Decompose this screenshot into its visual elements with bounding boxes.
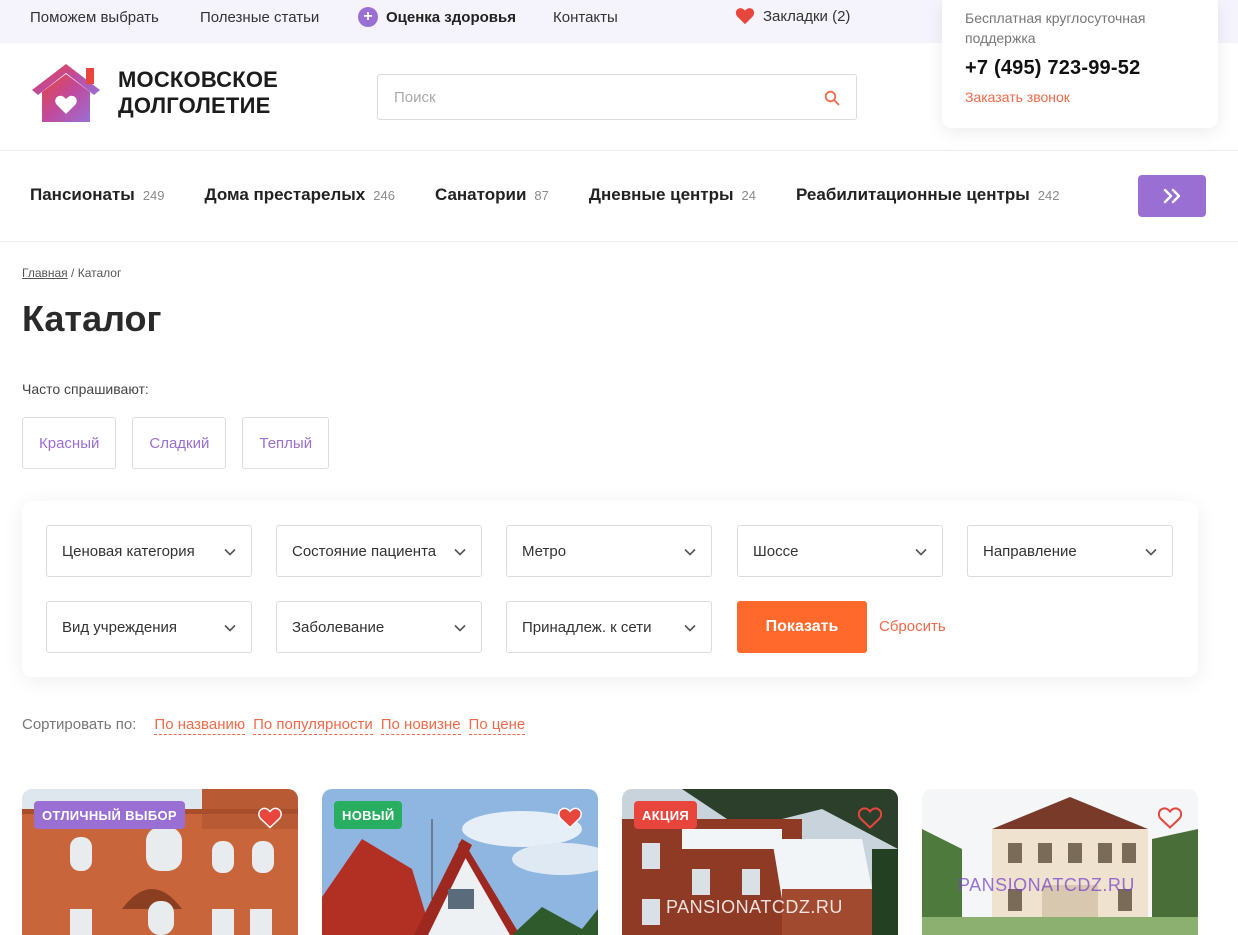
select-value: Заболевание	[292, 618, 385, 636]
filter-panel: Ценовая категория Состояние пациента Мет…	[22, 501, 1198, 677]
select-value: Шоссе	[753, 542, 799, 560]
direction-select[interactable]: Направление	[967, 525, 1173, 577]
disease-select[interactable]: Заболевание	[276, 601, 482, 653]
category-count: 242	[1037, 188, 1060, 203]
card-badge: ОТЛИЧНЫЙ ВЫБОР	[34, 801, 185, 829]
chevron-down-icon	[224, 548, 236, 556]
category-pansionaty[interactable]: Пансионаты 249	[30, 185, 165, 205]
metro-select[interactable]: Метро	[506, 525, 712, 577]
category-day-centers[interactable]: Дневные центры 24	[589, 185, 756, 205]
catalog-card[interactable]: ОТЛИЧНЫЙ ВЫБОР	[22, 789, 298, 935]
institution-type-select[interactable]: Вид учреждения	[46, 601, 252, 653]
sort-by-popularity[interactable]: По популярности	[253, 716, 373, 735]
catalog-card[interactable]: АКЦИЯ PANSIONATCDZ.RU	[622, 789, 898, 935]
health-assessment-link[interactable]: + Оценка здоровья	[358, 7, 516, 27]
catalog-card[interactable]: PANSIONATCDZ.RU	[922, 789, 1198, 935]
category-name: Дневные центры	[588, 185, 734, 204]
health-assessment-label: Оценка здоровья	[386, 8, 516, 26]
patient-condition-select[interactable]: Состояние пациента	[276, 525, 482, 577]
sort-label: Сортировать по:	[22, 716, 137, 733]
category-count: 24	[741, 188, 756, 203]
category-name: Пансионаты	[30, 185, 135, 204]
network-select[interactable]: Принадлеж. к сети	[506, 601, 712, 653]
favorite-heart-icon[interactable]	[1158, 807, 1182, 829]
plus-icon: +	[358, 7, 378, 27]
category-rehab-centers[interactable]: Реабилитационные центры 242	[796, 185, 1059, 205]
category-count: 249	[142, 188, 165, 203]
category-sanatoriums[interactable]: Санатории 87	[435, 185, 549, 205]
chevron-down-icon	[1145, 548, 1157, 556]
breadcrumb-current: Каталог	[77, 266, 122, 280]
sort-bar: Сортировать по: По названию По популярно…	[22, 716, 526, 735]
chevron-down-icon	[684, 548, 696, 556]
search-input[interactable]	[378, 75, 856, 119]
support-phone[interactable]: +7 (495) 723-99-52	[965, 57, 1196, 80]
chevron-down-icon	[454, 624, 466, 632]
category-nav: Пансионаты 249 Дома престарелых 246 Сана…	[30, 185, 1099, 205]
faq-chip[interactable]: Теплый	[242, 417, 330, 469]
highway-select[interactable]: Шоссе	[737, 525, 943, 577]
breadcrumb: Главная / Каталог	[22, 266, 121, 280]
search-icon[interactable]	[824, 90, 840, 106]
reset-filters-link[interactable]: Сбросить	[879, 618, 946, 635]
category-name: Санатории	[434, 185, 527, 204]
faq-chip[interactable]: Сладкий	[132, 417, 227, 469]
chevron-down-icon	[224, 624, 236, 632]
select-value: Метро	[522, 542, 567, 560]
support-caption: Бесплатная круглосуточная поддержка	[965, 10, 1146, 46]
card-watermark: PANSIONATCDZ.RU	[958, 875, 1135, 895]
show-results-button[interactable]: Показать	[737, 601, 867, 653]
chevron-down-icon	[684, 624, 696, 632]
faq-chips: Красный Сладкий Теплый	[22, 417, 330, 469]
category-name: Дома престарелых	[204, 185, 366, 204]
favorite-heart-icon[interactable]	[558, 807, 582, 829]
select-value: Ценовая категория	[62, 542, 195, 560]
chevron-down-icon	[454, 548, 466, 556]
select-value: Принадлеж. к сети	[522, 618, 652, 636]
request-callback-link[interactable]: Заказать звонок	[965, 89, 1196, 105]
sort-by-name[interactable]: По названию	[154, 716, 246, 735]
category-count: 246	[373, 188, 395, 203]
logo-line-1: МОСКОВСКОЕ	[118, 67, 279, 92]
sort-by-newest[interactable]: По новизне	[380, 716, 461, 735]
category-name: Реабилитационные центры	[796, 185, 1030, 204]
support-card: Бесплатная круглосуточная поддержка +7 (…	[942, 0, 1218, 128]
breadcrumb-home[interactable]: Главная	[22, 266, 68, 280]
catalog-card[interactable]: НОВЫЙ	[322, 789, 598, 935]
card-badge: АКЦИЯ	[634, 801, 698, 829]
faq-chip[interactable]: Красный	[22, 417, 117, 469]
card-photo	[922, 789, 1198, 935]
category-count: 87	[534, 188, 549, 203]
heart-icon	[735, 8, 755, 25]
chevron-down-icon	[915, 548, 927, 556]
sort-by-price[interactable]: По цене	[468, 716, 526, 735]
page-title: Каталог	[22, 298, 162, 339]
favorite-heart-icon[interactable]	[858, 807, 882, 829]
select-value: Вид учреждения	[62, 618, 178, 636]
header-divider	[0, 150, 1238, 151]
nav-divider	[0, 241, 1238, 242]
more-categories-button[interactable]	[1138, 175, 1206, 217]
logo-text: МОСКОВСКОЕ ДОЛГОЛЕТИЕ	[118, 67, 278, 119]
select-value: Направление	[983, 542, 1077, 560]
contacts-link[interactable]: Контакты	[553, 9, 618, 26]
faq-label: Часто спрашивают:	[22, 381, 149, 397]
card-watermark: PANSIONATCDZ.RU	[666, 897, 843, 917]
double-chevron-right-icon	[1163, 188, 1181, 204]
articles-link[interactable]: Полезные статьи	[200, 9, 319, 26]
select-value: Состояние пациента	[292, 542, 437, 560]
breadcrumb-separator: /	[67, 266, 78, 280]
logo-line-2: ДОЛГОЛЕТИЕ	[118, 93, 271, 118]
bookmarks-link[interactable]: Закладки (2)	[735, 7, 850, 25]
search-box	[377, 74, 857, 120]
category-nursing-homes[interactable]: Дома престарелых 246	[205, 185, 395, 205]
bookmarks-label: Закладки (2)	[763, 7, 851, 25]
favorite-heart-icon[interactable]	[258, 807, 282, 829]
house-heart-logo-icon	[32, 64, 100, 122]
price-category-select[interactable]: Ценовая категория	[46, 525, 252, 577]
help-choose-link[interactable]: Поможем выбрать	[30, 9, 159, 26]
logo[interactable]: МОСКОВСКОЕ ДОЛГОЛЕТИЕ	[30, 62, 278, 124]
card-badge: НОВЫЙ	[334, 801, 403, 829]
